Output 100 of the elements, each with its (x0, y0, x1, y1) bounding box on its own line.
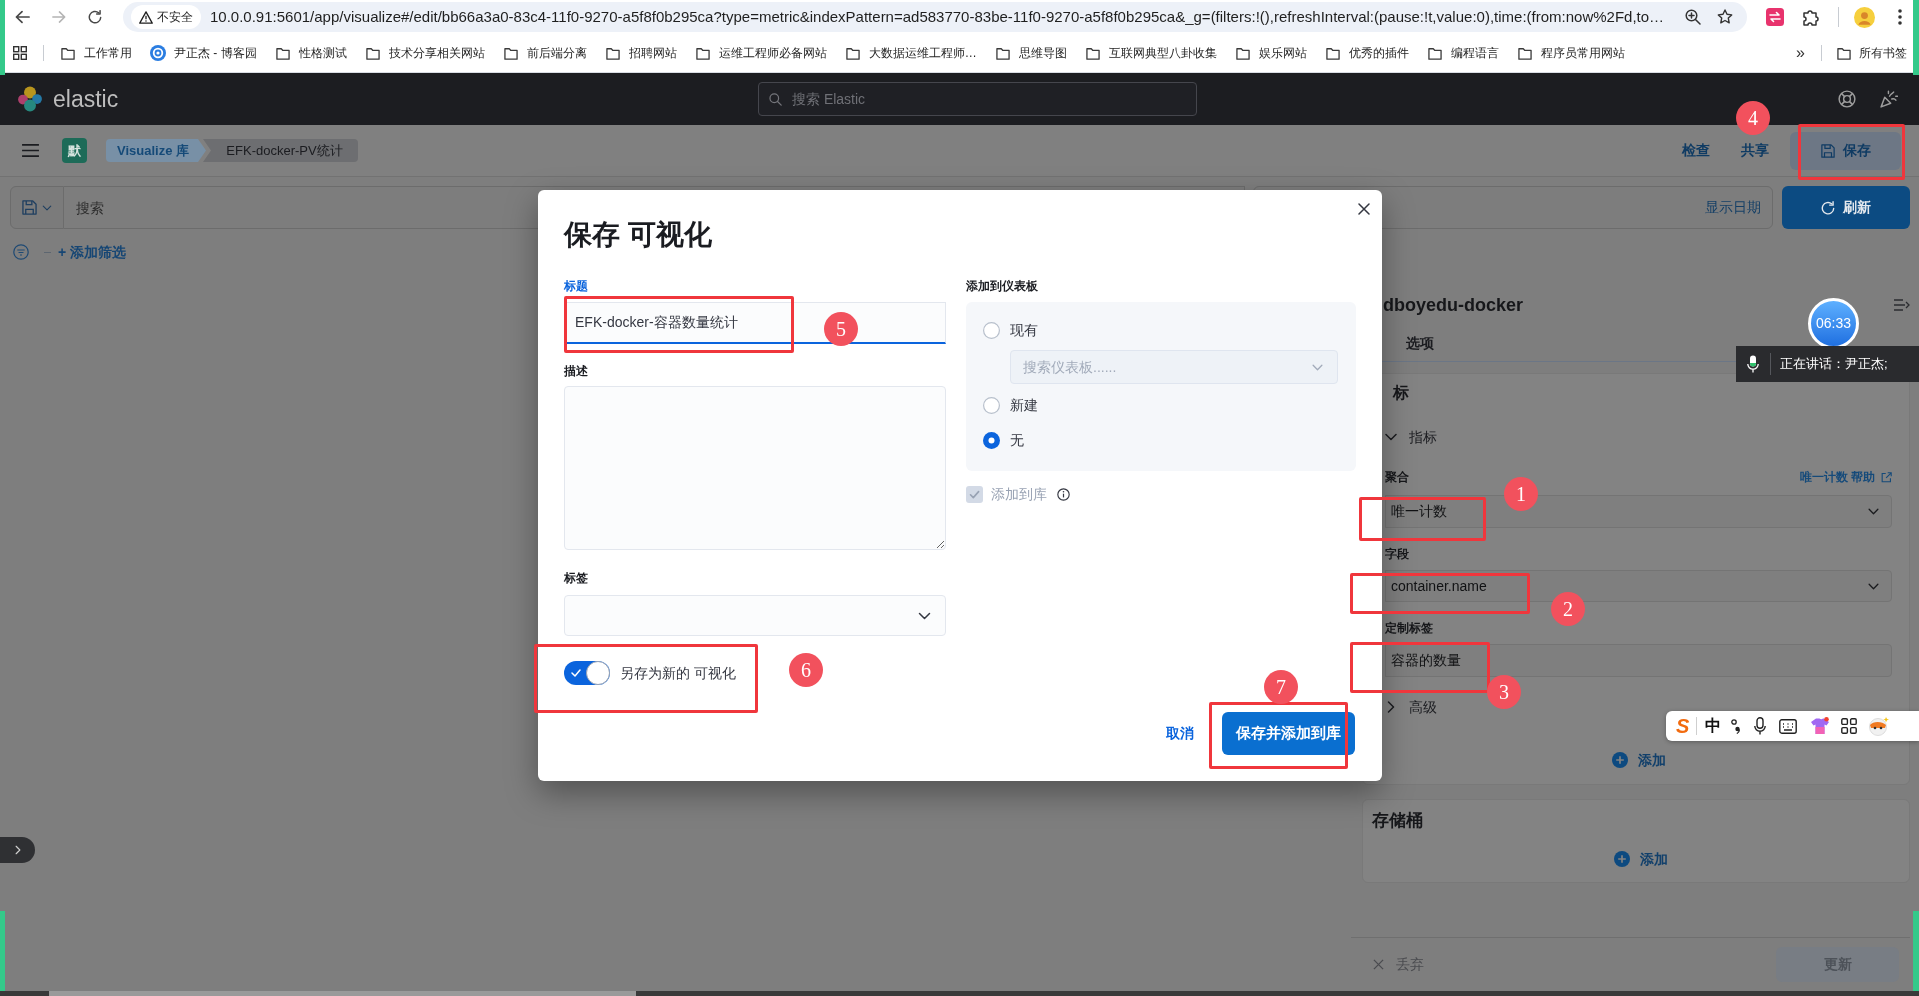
more-icon[interactable] (1898, 9, 1902, 25)
refresh-button[interactable]: 刷新 (1782, 186, 1910, 229)
ime-logo[interactable]: S (1676, 714, 1690, 738)
space-avatar[interactable]: 默 (62, 138, 87, 163)
party-popper-icon[interactable] (1880, 90, 1898, 108)
chevron-right-icon (14, 845, 21, 855)
tab[interactable]: 选项 (1396, 325, 1444, 361)
bookmark[interactable]: 招聘网站 (600, 39, 681, 67)
breadcrumb-link[interactable]: Visualize 库 (106, 139, 206, 162)
address-bar[interactable] (123, 2, 1747, 32)
floppy-disk-icon (1820, 143, 1835, 158)
bookmark[interactable]: 技术分享相关网站 (360, 39, 489, 67)
collapse-panel-icon[interactable] (1894, 299, 1910, 311)
folder-icon (694, 46, 711, 60)
reload-icon[interactable] (88, 10, 102, 24)
bookmark[interactable]: 大数据运维工程师… (840, 39, 981, 67)
all-bookmarks-button[interactable]: 所有书签 (1832, 39, 1911, 67)
field-label: 标签 (564, 570, 589, 586)
cancel-button[interactable]: 取消 (1154, 713, 1206, 754)
keyboard-icon[interactable] (1779, 718, 1798, 734)
field-label: 描述 (564, 363, 589, 379)
folder-icon (1836, 46, 1852, 60)
folder-icon (604, 46, 621, 60)
bookmark[interactable]: 程序员常用网站 (1512, 39, 1629, 67)
bookmark[interactable]: 优秀的插件 (1320, 39, 1413, 67)
save-as-new-toggle[interactable] (564, 661, 610, 685)
speaking-text: 正在讲话：尹正杰; (1780, 355, 1888, 374)
breadcrumb-current: EFK-docker-PV统计 (203, 139, 358, 162)
security-chip[interactable]: 不安全 (131, 5, 201, 29)
radio-label: 新建 (1010, 395, 1038, 415)
puzzle-icon[interactable] (1803, 8, 1820, 26)
bookmark[interactable]: 思维导图 (990, 39, 1071, 67)
apps-grid-icon[interactable] (13, 46, 27, 60)
timer-badge[interactable]: 06:33 (1808, 298, 1859, 349)
radio-button[interactable] (983, 321, 1000, 339)
folder-icon (60, 46, 76, 60)
microphone-icon (1747, 355, 1759, 373)
back-icon[interactable] (15, 10, 30, 24)
bookmark[interactable]: 性格测试 (270, 39, 351, 67)
field-label: 聚合 (1385, 469, 1409, 486)
cartoon-face-icon[interactable] (1868, 716, 1890, 736)
folder-icon (364, 46, 381, 60)
accordion-toggle[interactable]: 指标 (1385, 426, 1437, 448)
bookmark[interactable]: 工作常用 (56, 39, 136, 67)
folder-icon (1516, 46, 1533, 60)
cluster-logo-icon[interactable] (17, 86, 43, 112)
chevron-down-icon (918, 611, 931, 620)
warning-icon (139, 10, 153, 24)
punctuation-icon[interactable] (1731, 718, 1742, 734)
accordion-toggle[interactable]: 高级 (1385, 696, 1437, 718)
checkbox-label: 添加到库 (991, 485, 1047, 504)
bookmark[interactable]: 娱乐网站 (1230, 39, 1311, 67)
shirt-icon[interactable] (1810, 717, 1831, 735)
swap-arrows-icon[interactable] (1766, 8, 1784, 26)
radio-button[interactable] (983, 431, 1000, 449)
bookmark[interactable]: 前后端分离 (498, 39, 591, 67)
plus-circle-icon (1611, 752, 1628, 768)
bookmark[interactable]: 尹正杰 - 博客园 (146, 39, 261, 67)
panel-heading: 存储桶 (1372, 810, 1423, 832)
add-button[interactable]: 添加 (1613, 845, 1668, 873)
dashboard-search-combobox: 搜索仪表板...... (1010, 350, 1338, 384)
more-bookmarks-button[interactable]: » (1792, 43, 1809, 63)
help-icon[interactable] (1838, 90, 1856, 108)
radio-button[interactable] (983, 396, 1000, 414)
add-button[interactable]: 添加 (1611, 744, 1666, 776)
global-search-field[interactable]: 搜索 Elastic (758, 82, 1197, 116)
ime-mode-button[interactable]: 中 (1705, 714, 1722, 738)
avatar-icon[interactable] (1854, 6, 1875, 28)
zoom-in-icon[interactable] (1685, 9, 1701, 25)
grid-icon[interactable] (1841, 718, 1858, 734)
microphone-icon[interactable] (1754, 717, 1767, 735)
confirm-button[interactable]: 保存并添加到库 (1222, 712, 1355, 755)
folder-icon (1426, 46, 1443, 60)
bookmark[interactable]: 运维工程师必备网站 (690, 39, 831, 67)
url-text: 10.0.0.91:5601/app/visualize#/edit/bb66a3a0-83c4-11f0-9270-a5f8f0b295ca?type=metric&indexPattern=ad583770-83be-11f0-9270-a5f8f0b295ca&_g=(filters:!(),refreshInterval:(pause:!t,value:0),time:(from:now%2Fd,to… (210, 6, 1666, 27)
expand-button[interactable] (0, 837, 35, 863)
info-icon (1057, 488, 1070, 501)
radio-label: 无 (1010, 430, 1024, 450)
close-icon (1373, 959, 1384, 970)
search-icon (769, 92, 782, 106)
toolbar-link[interactable]: 共享 (1741, 140, 1769, 161)
close-icon[interactable] (1358, 203, 1370, 215)
scrollbar-thumb[interactable] (49, 991, 636, 996)
save-button[interactable]: 保存 (1790, 131, 1901, 170)
bookmark[interactable]: 编程语言 (1422, 39, 1503, 67)
panel-heading: 标 (1393, 383, 1409, 403)
text-input[interactable]: 容器的数量 (1385, 644, 1892, 677)
plus-circle-icon (1613, 851, 1630, 867)
bookmark[interactable]: 互联网典型八卦收集 (1080, 39, 1221, 67)
field-label: 添加到仪表板 (966, 278, 1039, 294)
check-icon (571, 669, 581, 677)
star-icon[interactable] (1717, 9, 1733, 25)
select-field[interactable]: container.name (1385, 570, 1892, 602)
refresh-icon (1821, 200, 1835, 215)
field-label: 标题 (564, 278, 589, 294)
menu-icon[interactable] (21, 143, 40, 158)
toggle-label: 另存为新的 可视化 (620, 663, 736, 683)
caret-down-icon (42, 204, 52, 211)
toolbar-link[interactable]: 检查 (1682, 140, 1710, 161)
folder-icon (1234, 46, 1251, 60)
